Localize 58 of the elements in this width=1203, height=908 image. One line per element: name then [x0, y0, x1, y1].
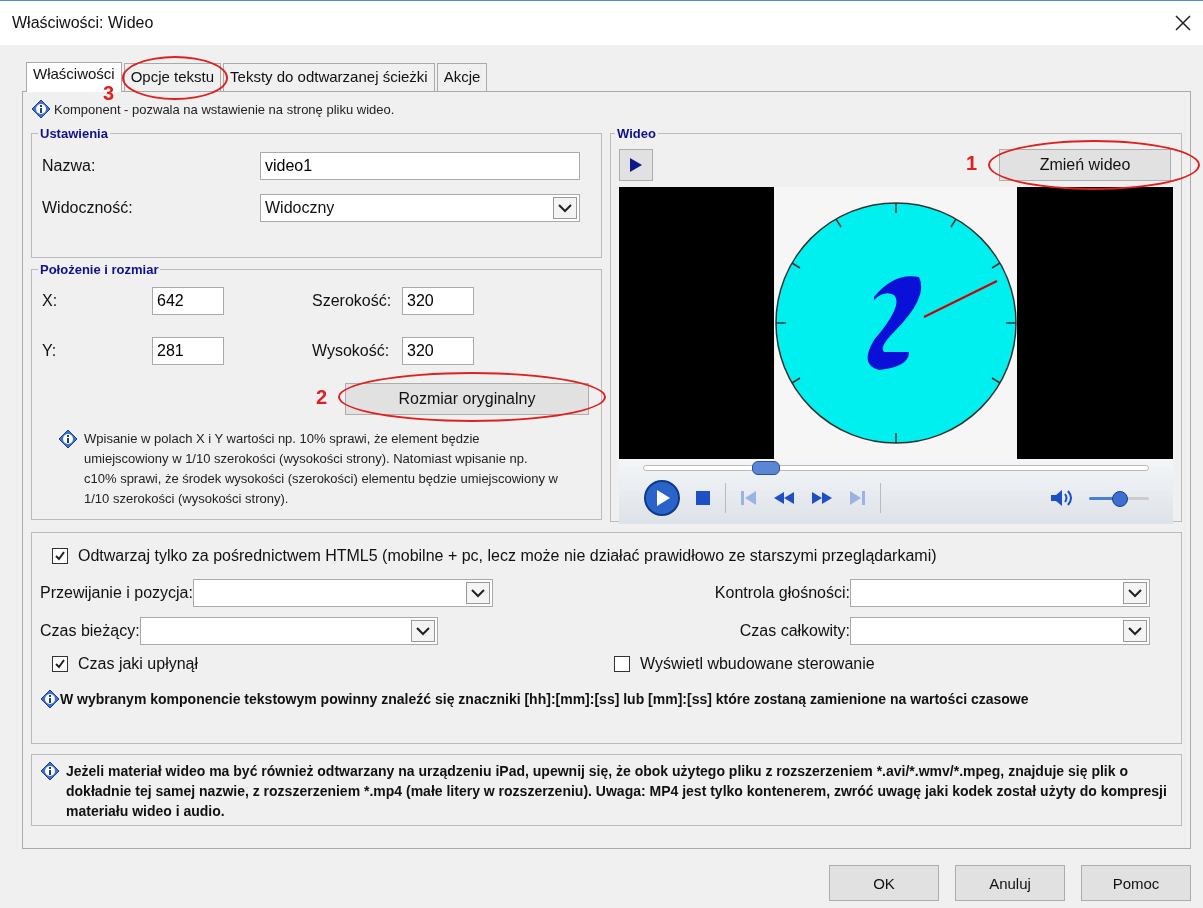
- checkbox[interactable]: [52, 548, 68, 564]
- field-label: Widoczność:: [42, 199, 134, 217]
- close-icon[interactable]: [1175, 15, 1191, 31]
- field-label: Przewijanie i pozycja:: [40, 584, 193, 602]
- caret-icon: [465, 582, 490, 604]
- caret-icon: [553, 197, 577, 219]
- caret-icon: [1123, 620, 1147, 642]
- play-button[interactable]: [619, 149, 653, 181]
- checkbox-label: Czas jaki upłynął: [78, 655, 199, 673]
- number-field[interactable]: 320: [402, 287, 474, 315]
- window-title: Właściwości: Wideo: [12, 14, 154, 32]
- field-label: Czas całkowity:: [739, 622, 850, 640]
- info-icon: [40, 689, 60, 709]
- annotation-number: 2: [316, 386, 328, 409]
- visibility-dropdown[interactable]: Widoczny: [260, 194, 580, 222]
- checkbox[interactable]: [614, 656, 630, 672]
- field-label: Szerokość:: [311, 292, 393, 310]
- number-field[interactable]: 281: [152, 337, 224, 365]
- checkbox-label: Odtwarzaj tylko za pośrednictwem HTML5 (mobilne + pc, lecz może nie działać prawidłowo ze starszymi przeglądarkami): [78, 547, 937, 565]
- number-field[interactable]: 642: [152, 287, 224, 315]
- position-note: Wpisanie w polach X i Y wartości np. 10% sprawi, że element będzie umiejscowiony w 1/10 szerokości (wysokości strony). Natomiast wpisanie np. c10% sprawi, że środek wysokości (szerokości) elementu będzie umiejscowiony w 1/10 szerokości (wysokości strony).: [84, 430, 558, 508]
- name-field[interactable]: video1: [260, 152, 580, 180]
- seek-thumb[interactable]: [751, 461, 780, 475]
- fast-forward-icon[interactable]: [810, 490, 834, 506]
- play-icon[interactable]: [643, 479, 681, 517]
- ipad-note: Jeżeli materiał wideo ma być również odtwarzany na urządzeniu iPad, upewnij się, że obok użytego pliku z rozszerzeniem *.avi/*.wmv/*.mpeg, znajduje się plik o dokładnie tej samej nazwie, z rozszerzeniem *.mp4 (małe litery w rozszerzeniu). Uwaga: MP4 jest tylko kontenerem, zwróć uwagę jaki kodek został użyty do kompresji materiału wideo i audio.: [66, 762, 1168, 819]
- field-label: Wysokość:: [311, 342, 391, 360]
- number-field[interactable]: 320: [402, 337, 474, 365]
- dialog-button[interactable]: Pomoc: [1081, 865, 1191, 901]
- change-video-button[interactable]: Zmień wideo: [999, 149, 1171, 181]
- dialog-button[interactable]: Anuluj: [955, 865, 1065, 901]
- field-label: X:: [42, 292, 59, 310]
- caret-icon: [410, 620, 435, 642]
- info-icon: [40, 761, 60, 781]
- tab[interactable]: Opcje tekstu: [123, 63, 222, 91]
- speaker-icon[interactable]: [1049, 488, 1075, 508]
- stop-icon[interactable]: [695, 490, 711, 506]
- caret-icon: [1123, 582, 1147, 604]
- checkbox[interactable]: [52, 656, 68, 672]
- time-note: W wybranym komponencie tekstowym powinny znaleźć się znaczniki [hh]:[mm]:[ss] lub [mm]:[ss] które zostaną zamienione na wartości czasowe: [60, 690, 1029, 709]
- volume-thumb[interactable]: [1112, 490, 1129, 507]
- info-icon: [58, 429, 78, 449]
- group-title: Położenie i rozmiar: [39, 262, 160, 277]
- group-title: Wideo: [616, 126, 657, 141]
- original-size-button[interactable]: Rozmiar oryginalny: [345, 383, 589, 415]
- checkbox-label: Wyświetl wbudowane sterowanie: [640, 655, 875, 673]
- field-label: Kontrola głośności:: [714, 584, 850, 602]
- annotation-number: 1: [966, 152, 978, 175]
- field-label: Czas bieżący:: [40, 622, 140, 640]
- tab[interactable]: Akcje: [436, 63, 488, 91]
- rewind-icon[interactable]: [772, 490, 796, 506]
- field-label: Nazwa:: [42, 157, 97, 175]
- tab[interactable]: Teksty do odtwarzanej ścieżki: [223, 63, 435, 91]
- field-label: Y:: [42, 342, 58, 360]
- dialog-button[interactable]: OK: [829, 865, 939, 901]
- play-icon: [629, 157, 643, 173]
- info-icon: [31, 99, 51, 119]
- group-title: Ustawienia: [39, 126, 109, 141]
